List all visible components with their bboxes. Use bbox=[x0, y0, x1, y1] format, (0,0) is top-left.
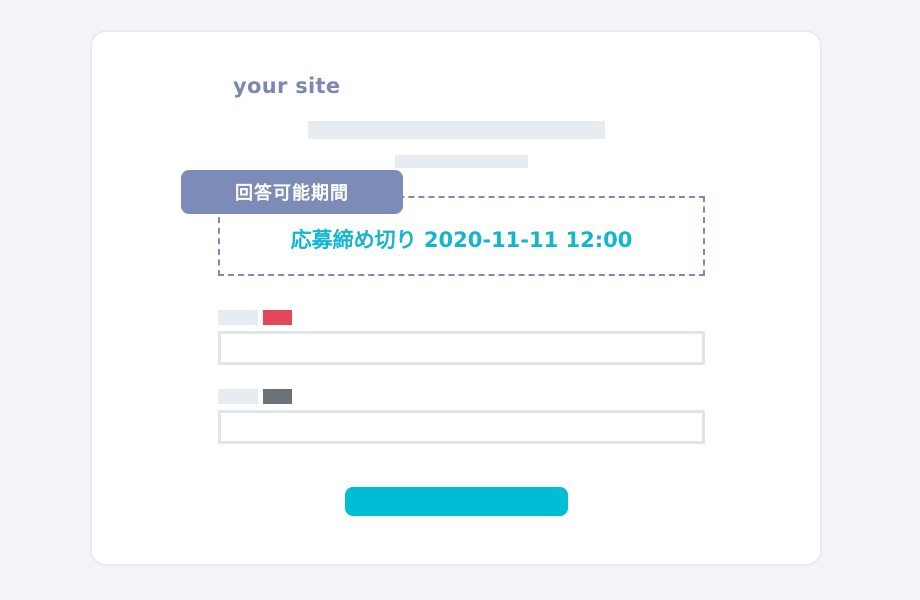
submit-button[interactable] bbox=[345, 487, 568, 516]
deadline-text: 応募締め切り 2020-11-11 12:00 bbox=[290, 228, 633, 252]
field-label-placeholder-2 bbox=[218, 389, 258, 404]
title-placeholder bbox=[308, 121, 605, 139]
subtitle-placeholder bbox=[395, 155, 528, 168]
form-card bbox=[90, 30, 822, 566]
required-badge bbox=[263, 310, 292, 325]
optional-badge bbox=[263, 389, 292, 404]
answer-period-tag: 回答可能期間 bbox=[181, 170, 403, 214]
field-label-placeholder-1 bbox=[218, 310, 258, 325]
text-input-1[interactable] bbox=[218, 331, 705, 365]
text-input-2[interactable] bbox=[218, 410, 705, 444]
site-name: your site bbox=[233, 74, 341, 98]
